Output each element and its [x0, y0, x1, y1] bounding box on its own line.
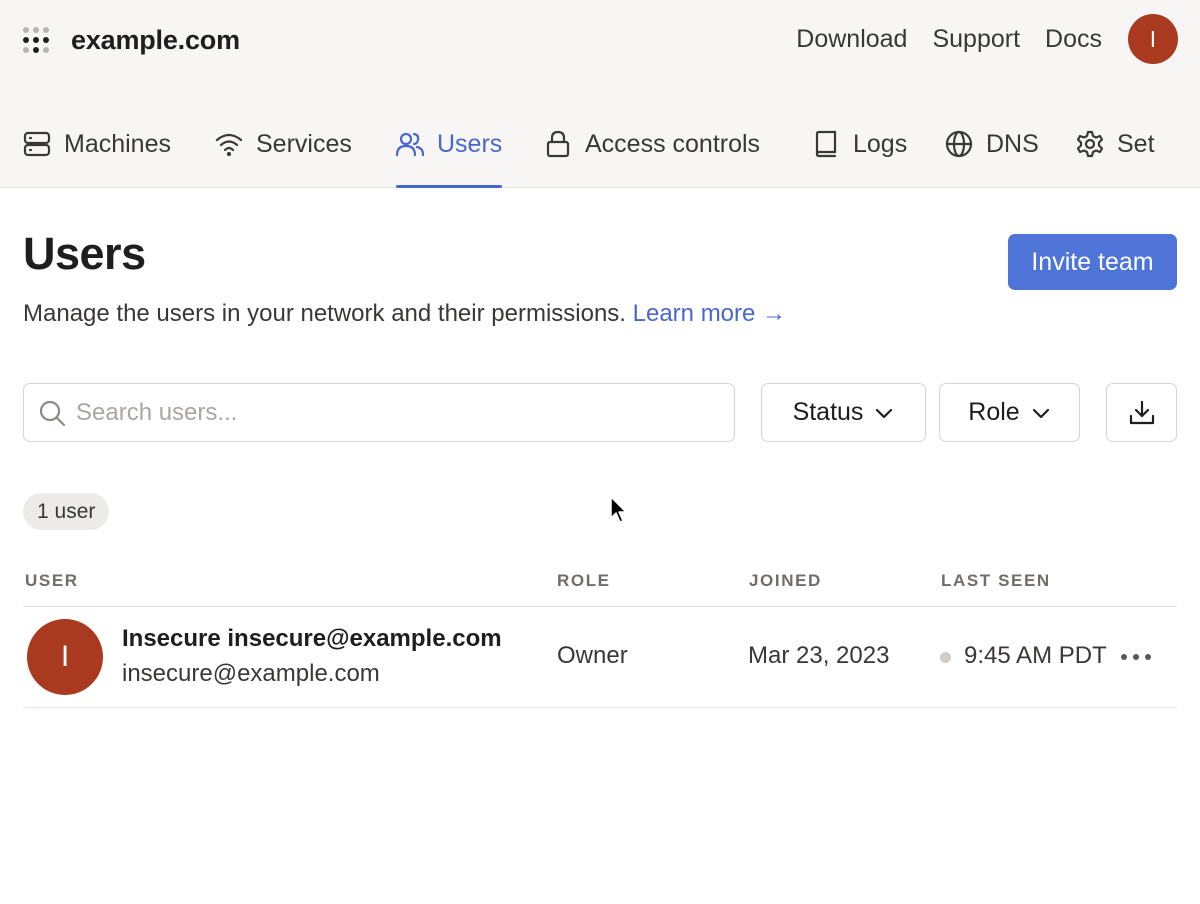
- book-icon: [812, 130, 840, 158]
- status-dot-icon: [940, 652, 951, 663]
- download-icon: [1128, 399, 1156, 427]
- wifi-icon: [215, 130, 243, 158]
- download-link[interactable]: Download: [796, 25, 907, 54]
- top-bar: example.com Download Support Docs I Mach…: [0, 0, 1200, 188]
- table-row-divider: [23, 707, 1177, 708]
- user-role: Owner: [557, 642, 628, 669]
- users-icon: [396, 130, 424, 158]
- mouse-cursor-icon: [610, 496, 628, 524]
- tab-access-controls[interactable]: Access controls: [544, 120, 760, 188]
- tab-label: Services: [256, 130, 352, 158]
- column-header-user[interactable]: USER: [25, 571, 79, 591]
- column-header-joined[interactable]: JOINED: [749, 571, 822, 591]
- support-link[interactable]: Support: [932, 25, 1020, 54]
- status-filter-label: Status: [792, 398, 864, 426]
- status-filter-button[interactable]: Status: [761, 383, 926, 442]
- brand-name: example.com: [71, 24, 240, 55]
- lock-icon: [544, 130, 572, 158]
- avatar: I: [27, 619, 103, 695]
- search-box[interactable]: [23, 383, 735, 442]
- tab-label: Users: [437, 130, 503, 158]
- tab-settings[interactable]: Set: [1076, 120, 1155, 188]
- user-joined: Mar 23, 2023: [748, 642, 890, 669]
- tab-label: Access controls: [585, 130, 761, 158]
- tab-users[interactable]: Users: [396, 120, 503, 188]
- row-actions-button[interactable]: [1118, 643, 1154, 671]
- tab-label: Set: [1117, 130, 1155, 158]
- column-header-last-seen[interactable]: LAST SEEN: [941, 571, 1051, 591]
- tab-label: Machines: [64, 130, 171, 158]
- page-subtitle: Manage the users in your network and the…: [23, 300, 786, 328]
- search-icon: [38, 399, 66, 427]
- table-header-divider: [23, 606, 1177, 607]
- user-count-badge: 1 user: [23, 493, 110, 530]
- gear-icon: [1076, 130, 1104, 158]
- tab-services[interactable]: Services: [215, 120, 352, 188]
- role-filter-label: Role: [968, 398, 1020, 426]
- globe-icon: [945, 130, 973, 158]
- tab-logs[interactable]: Logs: [812, 120, 907, 188]
- chevron-down-icon: [1031, 403, 1051, 423]
- tab-label: DNS: [986, 130, 1039, 158]
- column-header-role[interactable]: ROLE: [557, 571, 611, 591]
- more-icon: [1120, 653, 1152, 661]
- invite-team-button[interactable]: Invite team: [1008, 234, 1177, 290]
- chevron-down-icon: [874, 403, 894, 423]
- learn-more-link[interactable]: Learn more →: [633, 300, 786, 327]
- docs-link[interactable]: Docs: [1045, 25, 1102, 54]
- account-avatar[interactable]: I: [1128, 14, 1178, 64]
- tab-label: Logs: [853, 130, 908, 158]
- subtitle-text: Manage the users in your network and the…: [23, 300, 626, 327]
- top-links: Download Support Docs I: [771, 14, 1178, 64]
- tab-machines[interactable]: Machines: [23, 120, 171, 188]
- export-button[interactable]: [1106, 383, 1177, 442]
- user-email: insecure@example.com: [122, 660, 380, 687]
- page-title: Users: [23, 228, 146, 279]
- user-last-seen: 9:45 AM PDT: [964, 642, 1107, 669]
- nav-tabs: Machines Services Users Access controls …: [23, 120, 1163, 188]
- tab-dns[interactable]: DNS: [945, 120, 1039, 188]
- server-icon: [23, 130, 51, 158]
- user-name[interactable]: Insecure insecure@example.com: [122, 625, 502, 653]
- logo-icon: [23, 25, 53, 55]
- search-input[interactable]: [76, 398, 696, 427]
- brand[interactable]: example.com: [23, 20, 240, 60]
- role-filter-button[interactable]: Role: [939, 383, 1080, 442]
